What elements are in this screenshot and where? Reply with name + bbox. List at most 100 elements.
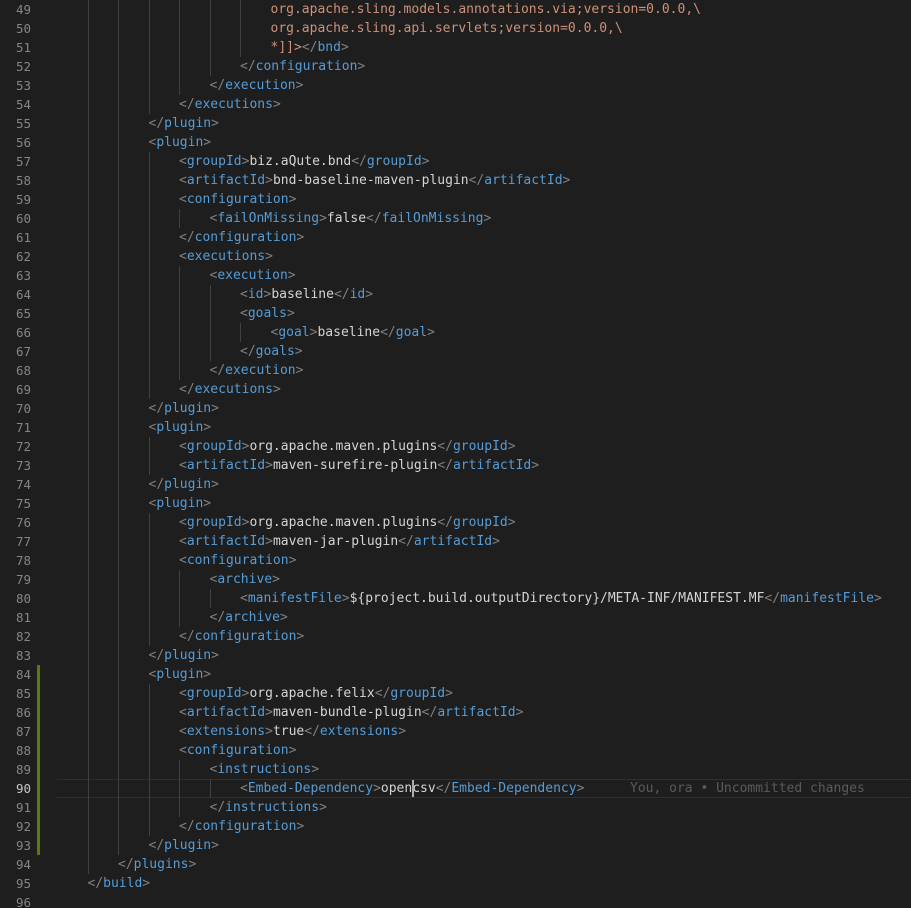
indent-guide [87, 855, 89, 874]
code-line[interactable]: 78 <configuration> [0, 551, 911, 570]
code-line[interactable]: 49 org.apache.sling.models.annotations.vi… [0, 0, 911, 19]
indent-guide [87, 532, 89, 551]
code-line[interactable]: 55 </plugin> [0, 114, 911, 133]
code-line[interactable]: 53 </execution> [0, 76, 911, 95]
code-line[interactable]: 75 <plugin> [0, 494, 911, 513]
line-number: 89 [15, 762, 31, 777]
code-token-tag: executions [194, 97, 273, 112]
code-text: <plugin> [149, 418, 212, 437]
code-token-text: org.apache.maven.plugins [249, 439, 438, 454]
code-token-bracket: </ [333, 287, 350, 302]
code-text: <configuration> [179, 190, 296, 209]
code-line[interactable]: 88 <configuration> [0, 741, 911, 760]
indent-guide [87, 133, 89, 152]
code-line[interactable]: 81 </archive> [0, 608, 911, 627]
code-line[interactable]: 69 </executions> [0, 380, 911, 399]
code-line[interactable]: 71 <plugin> [0, 418, 911, 437]
code-token-tag: executions [186, 249, 266, 264]
code-text: <extensions>true</extensions> [179, 722, 406, 741]
indent-guide [118, 247, 119, 266]
code-token-text: maven-surefire-plugin [272, 458, 438, 473]
code-line[interactable]: 64 <id>baseline</id> [0, 285, 911, 304]
editor-lines: 49 org.apache.sling.models.annotations.vi… [0, 0, 911, 908]
indent-guide [118, 209, 119, 228]
code-line[interactable]: 68 </execution> [0, 361, 911, 380]
line-number: 49 [15, 2, 31, 17]
code-token-bracket: > [286, 306, 295, 321]
code-line[interactable]: 57 <groupId>biz.aQute.bnd</groupId> [0, 152, 911, 171]
line-number: 60 [15, 211, 31, 226]
line-number: 94 [15, 857, 31, 872]
code-line[interactable]: 92 </configuration> [0, 817, 911, 836]
indent-guide [209, 285, 211, 304]
code-line[interactable]: 52 </configuration> [0, 57, 911, 76]
indent-guide [118, 836, 119, 855]
line-number: 58 [15, 173, 31, 188]
code-line[interactable]: 94 </plugins> [0, 855, 911, 874]
code-token-bracket: > [562, 173, 571, 188]
code-line[interactable]: 89 <instructions> [0, 760, 911, 779]
code-line[interactable]: 93 </plugin> [0, 836, 911, 855]
code-line[interactable]: 50 org.apache.sling.api.servlets;version=… [0, 19, 911, 38]
code-token-bracket: </ [179, 819, 195, 834]
code-editor[interactable]: 49 org.apache.sling.models.annotations.vi… [0, 0, 911, 908]
code-token-tag: groupId [452, 515, 508, 530]
code-line[interactable]: 54 </executions> [0, 95, 911, 114]
code-line[interactable]: 59 <configuration> [0, 190, 911, 209]
code-line[interactable]: 66 <goal>baseline</goal> [0, 323, 911, 342]
indent-guide [179, 798, 180, 817]
code-text: </executions> [179, 95, 281, 114]
code-token-text: maven-bundle-plugin [272, 705, 422, 720]
code-line[interactable]: 67 </goals> [0, 342, 911, 361]
code-line[interactable]: 80 <manifestFile>${project.build.outputDi… [0, 589, 911, 608]
line-number: 71 [15, 420, 31, 435]
code-token-bracket: </ [179, 629, 195, 644]
code-line[interactable]: 73 <artifactId>maven-surefire-plugin</art… [0, 456, 911, 475]
code-line[interactable]: 85 <groupId>org.apache.felix</groupId> [0, 684, 911, 703]
code-line[interactable]: 63 <execution> [0, 266, 911, 285]
code-line[interactable]: 58 <artifactId>bnd-baseline-maven-plugin<… [0, 171, 911, 190]
code-token-bracket: > [515, 705, 524, 720]
code-token-bracket: </ [437, 439, 453, 454]
code-token-bracket: </ [179, 230, 195, 245]
indent-guide [87, 456, 89, 475]
code-line[interactable]: 56 <plugin> [0, 133, 911, 152]
code-line[interactable]: 70 </plugin> [0, 399, 911, 418]
code-line[interactable]: 91 </instructions> [0, 798, 911, 817]
code-line[interactable]: 65 <goals> [0, 304, 911, 323]
code-line[interactable]: 86 <artifactId>maven-bundle-plugin</artif… [0, 703, 911, 722]
code-token-bracket: > [357, 59, 366, 74]
code-line[interactable]: 77 <artifactId>maven-jar-plugin</artifact… [0, 532, 911, 551]
code-line[interactable]: 62 <executions> [0, 247, 911, 266]
code-line[interactable]: 84 <plugin> [0, 665, 911, 684]
code-line[interactable]: 96 [0, 893, 911, 908]
code-line[interactable]: 72 <groupId>org.apache.maven.plugins</gro… [0, 437, 911, 456]
code-line[interactable]: 79 <archive> [0, 570, 911, 589]
code-line[interactable]: 74 </plugin> [0, 475, 911, 494]
code-line[interactable]: 76 <groupId>org.apache.maven.plugins</gro… [0, 513, 911, 532]
indent-guide [179, 608, 180, 627]
line-number: 67 [15, 344, 31, 359]
code-token-bracket: > [203, 667, 212, 682]
line-number: 68 [15, 363, 31, 378]
code-token-string: *]]> [270, 40, 302, 55]
code-line[interactable]: 95 </build> [0, 874, 911, 893]
indent-guide [148, 570, 150, 589]
indent-guide [209, 342, 211, 361]
code-line[interactable]: 87 <extensions>true</extensions> [0, 722, 911, 741]
code-token-bracket: </ [148, 116, 165, 131]
code-text: <artifactId>maven-jar-plugin</artifactId… [179, 532, 500, 551]
indent-guide [118, 285, 119, 304]
code-line[interactable]: 90 <Embed-Dependency>opencsv</Embed-Depen… [0, 779, 911, 798]
code-line[interactable]: 61 </configuration> [0, 228, 911, 247]
code-line[interactable]: 83 </plugin> [0, 646, 911, 665]
indent-guide [148, 19, 150, 38]
code-line[interactable]: 82 </configuration> [0, 627, 911, 646]
code-line[interactable]: 60 <failOnMissing>false</failOnMissing> [0, 209, 911, 228]
indent-guide [240, 19, 241, 38]
code-token-bracket: > [272, 382, 281, 397]
indent-guide [148, 323, 150, 342]
line-number: 63 [15, 268, 31, 283]
indent-guide [87, 57, 89, 76]
code-line[interactable]: 51 *]]></bnd> [0, 38, 911, 57]
